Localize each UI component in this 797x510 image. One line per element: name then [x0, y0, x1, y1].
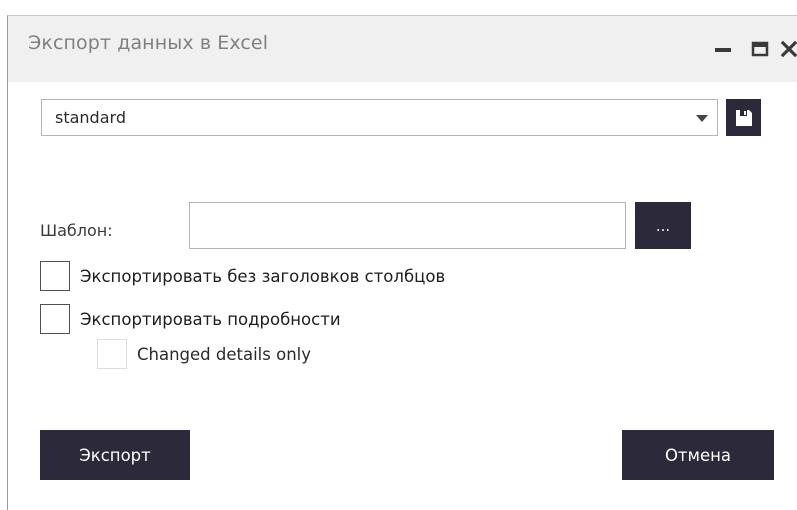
template-label: Шаблон: [40, 221, 113, 240]
no-headers-checkbox[interactable] [40, 261, 70, 291]
changed-only-option: Changed details only [97, 339, 311, 369]
export-button[interactable]: Экспорт [40, 430, 190, 480]
profile-dropdown[interactable]: standard [41, 99, 718, 136]
close-button[interactable] [774, 34, 797, 64]
save-profile-button[interactable] [726, 99, 761, 136]
profile-dropdown-value: standard [55, 108, 126, 127]
no-headers-option: Экспортировать без заголовков столбцов [40, 261, 445, 291]
maximize-button[interactable] [745, 34, 775, 64]
details-label: Экспортировать подробности [80, 309, 341, 329]
changed-only-label: Changed details only [137, 344, 312, 364]
dialog-frame: Экспорт данных в Excel standard Шаблон: … [7, 15, 797, 510]
save-icon [735, 109, 752, 126]
cancel-button[interactable]: Отмена [622, 430, 774, 480]
export-dialog: Экспорт данных в Excel standard Шаблон: … [0, 0, 797, 510]
title-bar[interactable]: Экспорт данных в Excel [8, 16, 797, 82]
template-browse-button[interactable]: ... [635, 202, 691, 249]
no-headers-label: Экспортировать без заголовков столбцов [80, 266, 446, 286]
chevron-down-icon [696, 115, 708, 122]
close-icon [780, 40, 797, 58]
minimize-icon [715, 48, 731, 52]
template-input[interactable] [189, 202, 626, 249]
details-option: Экспортировать подробности [40, 304, 341, 334]
changed-only-checkbox[interactable] [97, 339, 127, 369]
details-checkbox[interactable] [40, 304, 70, 334]
window-title: Экспорт данных в Excel [28, 32, 269, 54]
maximize-icon [751, 41, 769, 57]
minimize-button[interactable] [708, 34, 738, 64]
